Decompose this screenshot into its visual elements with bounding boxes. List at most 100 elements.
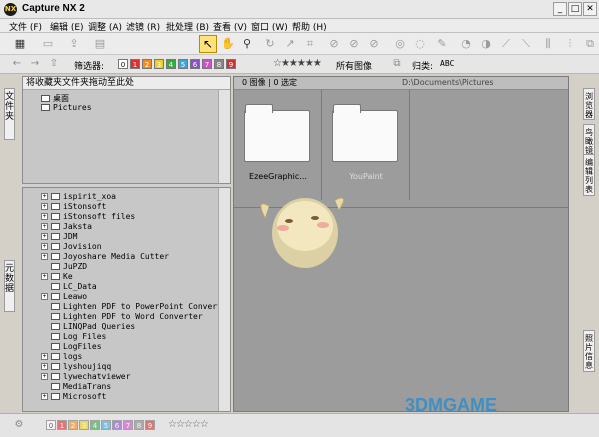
status-label-2[interactable]: 2 xyxy=(68,420,78,430)
tree-item[interactable]: + lywechatviewer xyxy=(41,372,130,381)
minimize-button[interactable]: _ xyxy=(553,2,567,16)
label-filter-3[interactable]: 3 xyxy=(154,59,164,69)
favorites-scrollbar[interactable] xyxy=(218,90,230,183)
red-eye-tool-icon[interactable]: ⊘ xyxy=(326,36,342,52)
menu-edit[interactable]: 编辑 (E) xyxy=(50,20,84,33)
tree-item[interactable]: LINQPad Queries xyxy=(41,322,135,331)
expand-icon[interactable]: + xyxy=(41,353,48,360)
expand-icon[interactable]: + xyxy=(41,393,48,400)
tree-item[interactable]: Lighten PDF to Word Converter xyxy=(41,312,203,321)
tab-folders[interactable]: 文件夹 xyxy=(4,88,15,140)
rating-stars[interactable]: ☆☆☆☆☆ xyxy=(168,419,209,430)
tree-item[interactable]: + lyshoujiqq xyxy=(41,362,111,371)
tree-item[interactable]: + Jaksta xyxy=(41,222,92,231)
menu-batch[interactable]: 批处理 (B) xyxy=(166,20,209,33)
full-screen-icon[interactable]: ⧉ xyxy=(582,36,598,52)
status-label-9[interactable]: 9 xyxy=(145,420,155,430)
tree-item[interactable]: + iStonsoft xyxy=(41,202,106,211)
marquee-tool-icon[interactable]: ⟍ xyxy=(518,36,534,52)
expand-icon[interactable]: + xyxy=(41,213,48,220)
expand-icon[interactable]: + xyxy=(41,363,48,370)
maximize-button[interactable]: □ xyxy=(568,2,582,16)
status-label-1[interactable]: 1 xyxy=(57,420,67,430)
menu-file[interactable]: 文件 (F) xyxy=(9,20,42,33)
tab-photo-info[interactable]: 照片信息 xyxy=(583,330,595,372)
status-label-7[interactable]: 7 xyxy=(123,420,133,430)
status-label-5[interactable]: 5 xyxy=(101,420,111,430)
tab-edit-list[interactable]: 编辑列表 xyxy=(583,154,595,196)
tree-item[interactable]: Log Files xyxy=(41,332,106,341)
direct-select-tool-icon[interactable]: ↖ xyxy=(199,35,217,53)
tree-item[interactable]: + JDM xyxy=(41,232,77,241)
settings-gear-icon[interactable]: ⚙ xyxy=(12,418,26,432)
close-button[interactable]: ✕ xyxy=(583,2,597,16)
tree-item[interactable]: + Ke xyxy=(41,272,73,281)
menu-view[interactable]: 查看 (V) xyxy=(213,20,247,33)
forward-arrow-icon[interactable]: → xyxy=(28,57,42,71)
status-label-3[interactable]: 3 xyxy=(79,420,89,430)
tree-item[interactable]: Lighten PDF to PowerPoint Converter xyxy=(41,302,230,311)
lasso-tool-icon[interactable]: ◌ xyxy=(412,36,428,52)
label-filter-9[interactable]: 9 xyxy=(226,59,236,69)
sort-dropdown[interactable]: ABC xyxy=(440,59,454,68)
tree-item[interactable]: + Jovision xyxy=(41,242,102,251)
hand-tool-icon[interactable]: ✋ xyxy=(220,36,236,52)
view-mode-icon[interactable]: ⧉ xyxy=(390,57,404,71)
zoom-tool-icon[interactable]: ⚲ xyxy=(239,36,255,52)
gradient-tool-icon[interactable]: ◔ xyxy=(458,36,474,52)
tree-scrollbar[interactable] xyxy=(218,188,230,411)
expand-icon[interactable]: + xyxy=(41,223,48,230)
status-label-6[interactable]: 6 xyxy=(112,420,122,430)
label-filter-2[interactable]: 2 xyxy=(142,59,152,69)
grid-view-icon[interactable]: ▦ xyxy=(12,36,28,52)
tree-item[interactable]: + Microsoft xyxy=(41,392,106,401)
menu-help[interactable]: 帮助 (H) xyxy=(292,20,327,33)
favorite-item-pictures[interactable]: Pictures xyxy=(41,103,92,112)
expand-icon[interactable]: + xyxy=(41,233,48,240)
expand-icon[interactable]: + xyxy=(41,193,48,200)
rating-filter[interactable]: ☆★★★★★ xyxy=(273,58,322,69)
expand-icon[interactable]: + xyxy=(41,243,48,250)
fill-tool-icon[interactable]: ◑ xyxy=(478,36,494,52)
label-filter-6[interactable]: 6 xyxy=(190,59,200,69)
color-control-point-icon[interactable]: ⊘ xyxy=(366,36,382,52)
tab-metadata[interactable]: 元数据 xyxy=(4,260,15,312)
menu-filter[interactable]: 滤镜 (R) xyxy=(126,20,160,33)
label-filter-4[interactable]: 4 xyxy=(166,59,176,69)
label-filter-5[interactable]: 5 xyxy=(178,59,188,69)
selection-control-icon[interactable]: ◎ xyxy=(392,36,408,52)
menu-adjust[interactable]: 调整 (A) xyxy=(88,20,122,33)
label-filter-8[interactable]: 8 xyxy=(214,59,224,69)
expand-icon[interactable]: + xyxy=(41,273,48,280)
status-label-8[interactable]: 8 xyxy=(134,420,144,430)
brush-tool-icon[interactable]: ✎ xyxy=(434,36,450,52)
print-icon[interactable]: ▤ xyxy=(92,36,108,52)
tab-browser[interactable]: 浏览器 xyxy=(583,88,595,120)
tree-item[interactable]: JuPZD xyxy=(41,262,87,271)
tree-item[interactable]: MediaTrans xyxy=(41,382,111,391)
crop-tool-icon[interactable]: ⌗ xyxy=(302,36,318,52)
label-filter-1[interactable]: 1 xyxy=(130,59,140,69)
label-filter-0[interactable]: 0 xyxy=(118,59,128,69)
tree-item[interactable]: + Leawo xyxy=(41,292,87,301)
auto-retouch-icon[interactable]: ⊘ xyxy=(346,36,362,52)
tree-item[interactable]: + logs xyxy=(41,352,82,361)
expand-icon[interactable]: + xyxy=(41,253,48,260)
rotate-tool-icon[interactable]: ↻ xyxy=(262,36,278,52)
tree-item[interactable]: + iStonsoft files xyxy=(41,212,135,221)
eraser-tool-icon[interactable]: ⟋ xyxy=(498,36,514,52)
label-filter-7[interactable]: 7 xyxy=(202,59,212,69)
all-images-dropdown[interactable]: 所有图像 xyxy=(336,59,372,72)
expand-icon[interactable]: + xyxy=(41,373,48,380)
tree-item[interactable]: + Joyoshare Media Cutter xyxy=(41,252,169,261)
expand-icon[interactable]: + xyxy=(41,203,48,210)
export-icon[interactable]: ⇪ xyxy=(66,36,82,52)
split-view-icon[interactable]: ⫶ xyxy=(562,36,578,52)
status-label-4[interactable]: 4 xyxy=(90,420,100,430)
up-folder-icon[interactable]: ⇧ xyxy=(47,57,61,71)
straighten-tool-icon[interactable]: ↗ xyxy=(282,36,298,52)
tree-item[interactable]: LogFiles xyxy=(41,342,102,351)
expand-icon[interactable]: + xyxy=(41,293,48,300)
compare-icon[interactable]: ⫼ xyxy=(540,36,556,52)
tree-item[interactable]: LC_Data xyxy=(41,282,97,291)
